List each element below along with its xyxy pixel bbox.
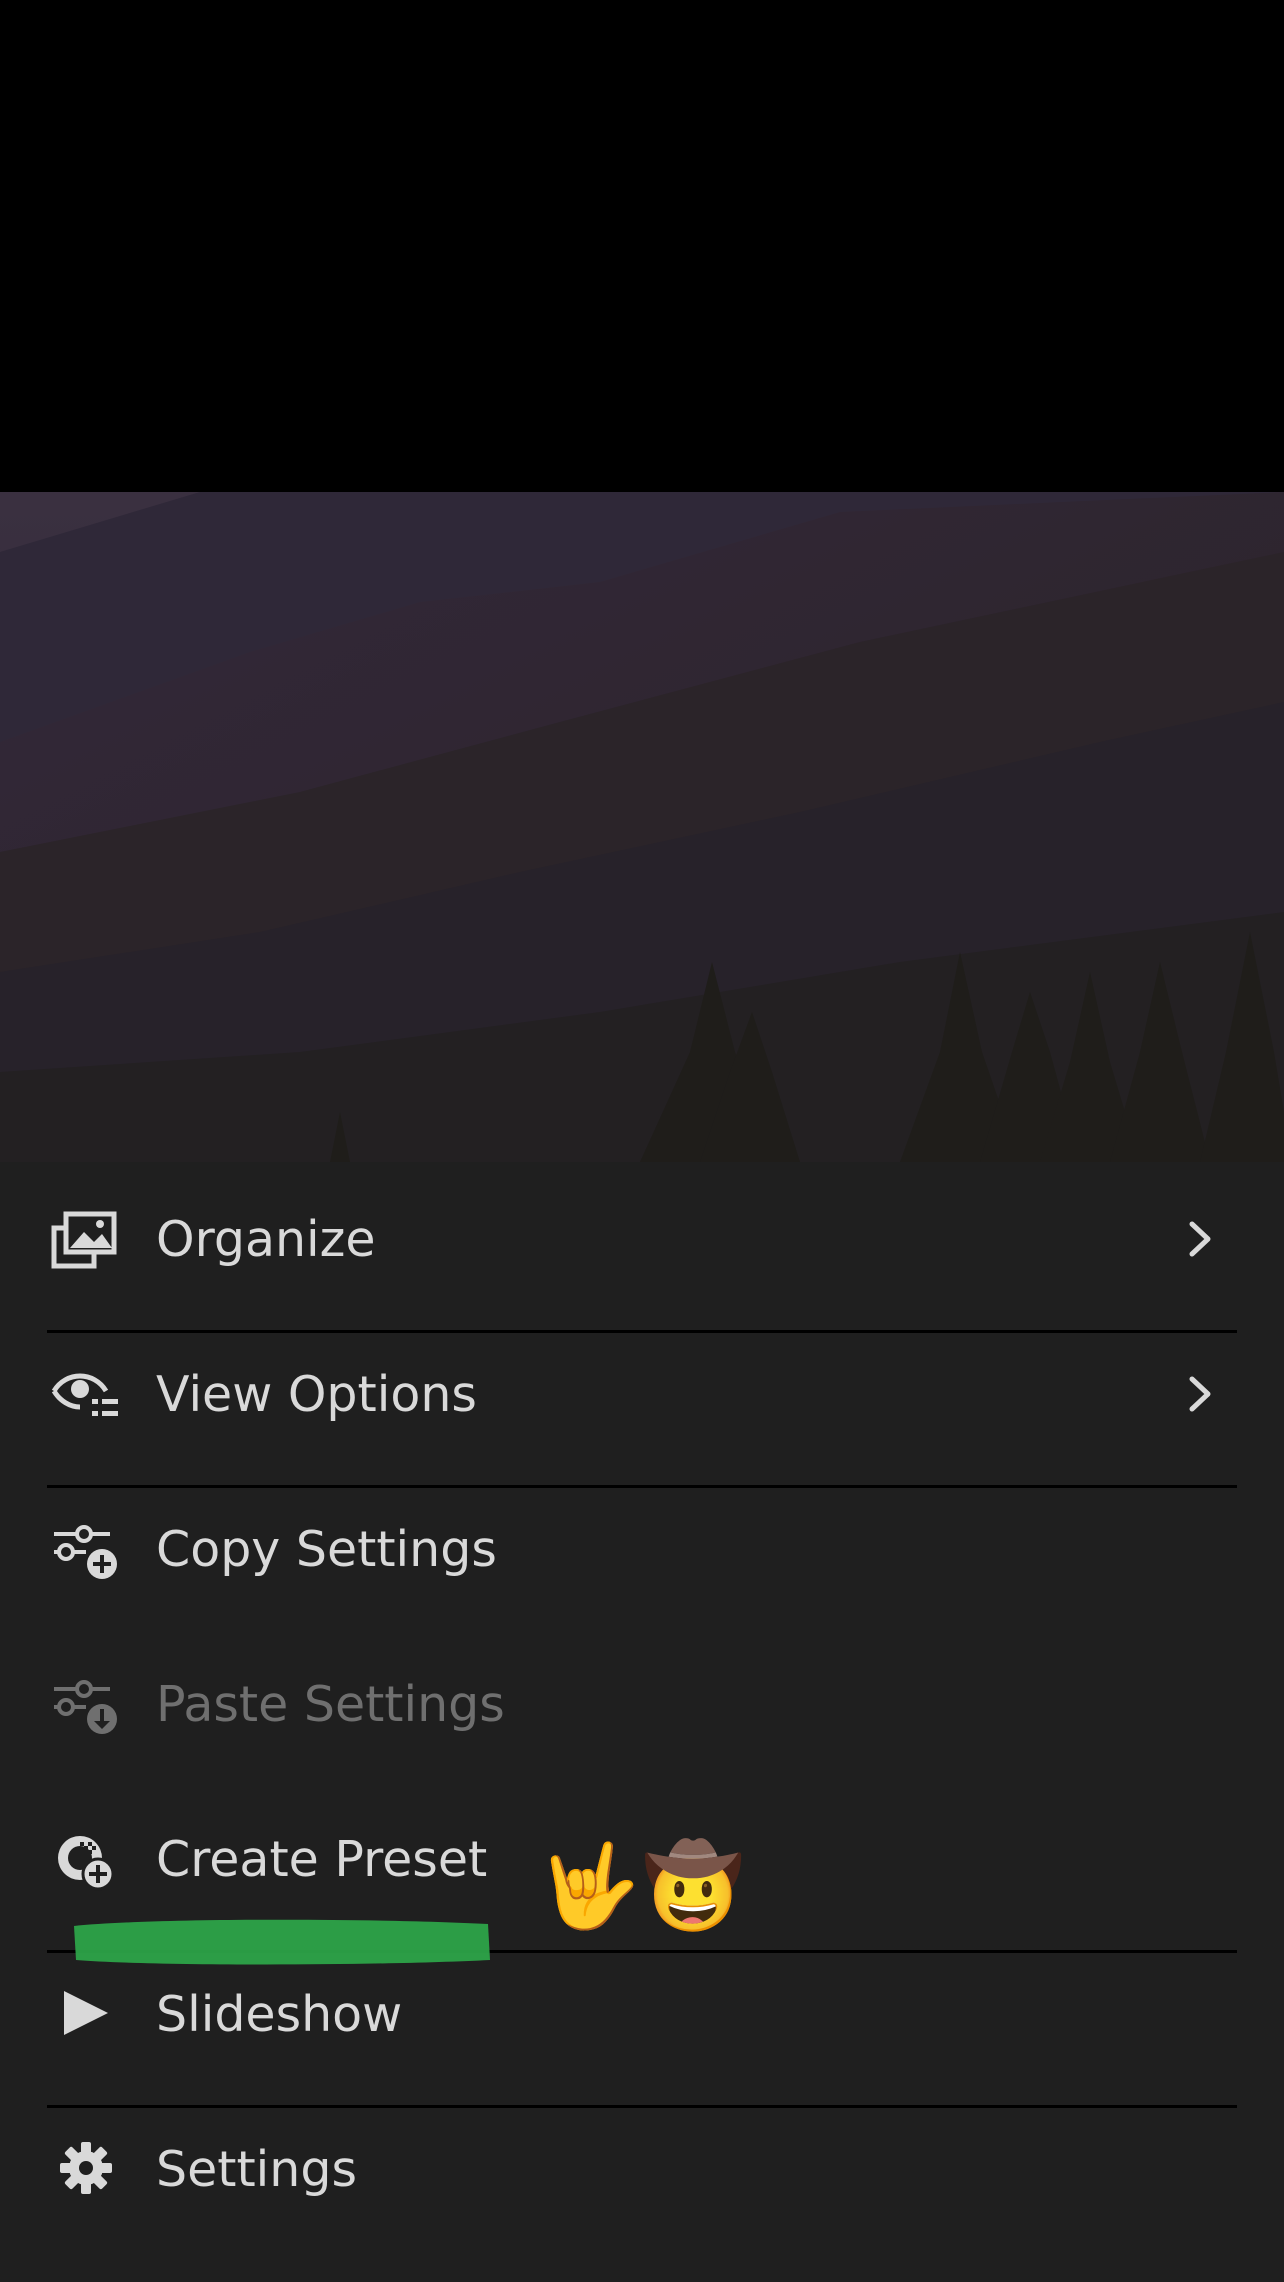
menu-item-organize[interactable]: Organize	[0, 1162, 1284, 1317]
screen: Organize View Options Copy Settings Past…	[0, 0, 1284, 2282]
love-you-gesture-emoji: 🤟	[538, 1839, 641, 1934]
green-highlight-annotation	[74, 1919, 490, 1965]
menu-item-label: Organize	[156, 1211, 376, 1268]
menu-item-settings[interactable]: Settings	[0, 2092, 1284, 2247]
chevron-right-icon	[1189, 1376, 1211, 1412]
menu-item-label: Copy Settings	[156, 1521, 497, 1578]
view-options-icon	[51, 1373, 118, 1416]
photo-preview	[0, 492, 1284, 1162]
menu-item-copy-settings[interactable]: Copy Settings	[0, 1472, 1284, 1627]
menu-item-view-options[interactable]: View Options	[0, 1317, 1284, 1472]
organize-icon	[51, 1211, 117, 1269]
gear-icon	[60, 2142, 112, 2194]
paste-settings-icon	[54, 1680, 117, 1734]
chevron-right-icon	[1189, 1221, 1211, 1257]
menu-item-label: Paste Settings	[156, 1676, 505, 1733]
menu-item-label: Settings	[156, 2141, 357, 2198]
menu-item-paste-settings: Paste Settings	[0, 1627, 1284, 1782]
copy-settings-icon	[54, 1525, 117, 1579]
mountain-forest-image	[0, 492, 1284, 1162]
menu-item-label: View Options	[156, 1366, 477, 1423]
action-menu: Organize View Options Copy Settings Past…	[0, 1162, 1284, 2282]
play-icon	[64, 1991, 108, 2035]
menu-item-label: Create Preset	[156, 1831, 488, 1888]
cowboy-face-emoji: 🤠	[642, 1839, 745, 1934]
create-preset-icon	[58, 1836, 115, 1891]
top-black-area	[0, 0, 1284, 492]
